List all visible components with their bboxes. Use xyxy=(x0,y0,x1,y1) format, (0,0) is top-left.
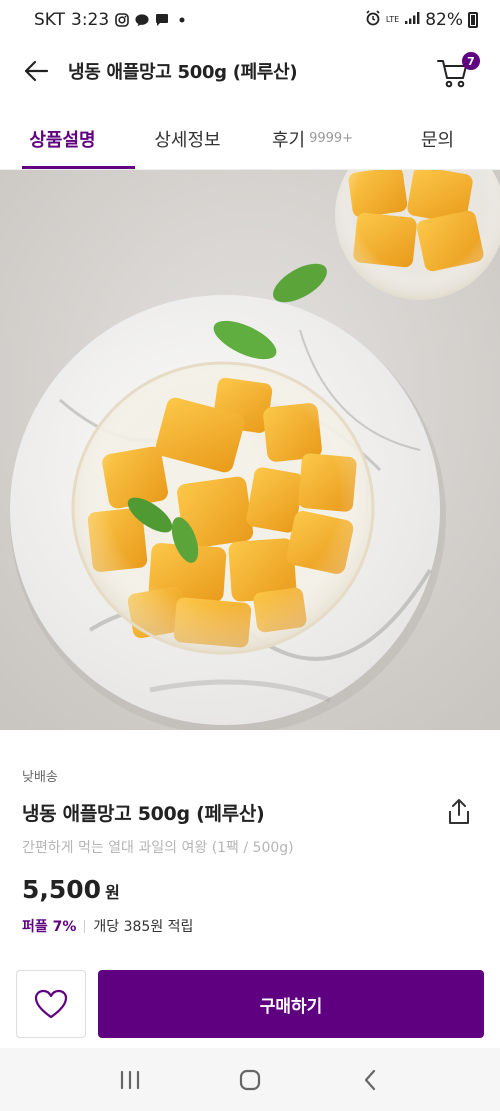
arrow-left-icon xyxy=(24,60,49,82)
share-button[interactable] xyxy=(444,797,474,827)
purchase-bar: 구매하기 xyxy=(0,970,500,1048)
tab-label: 상세정보 xyxy=(154,129,221,151)
network-type: LTE xyxy=(385,15,400,24)
home-icon xyxy=(239,1069,261,1090)
tab-description[interactable]: 상품설명 xyxy=(0,108,135,169)
points-text: 개당 385원 적립 xyxy=(93,919,194,935)
tab-label: 후기 xyxy=(271,129,306,151)
back-button[interactable] xyxy=(6,40,66,102)
product-description: 간편하게 먹는 열대 과일의 여왕 (1팩 / 500g) xyxy=(22,840,294,856)
home-button[interactable] xyxy=(230,1060,270,1100)
app-header: 냉동 애플망고 500g (페루산) 7 xyxy=(0,40,500,102)
tab-details[interactable]: 상세정보 xyxy=(125,108,250,169)
review-count: 9999+ xyxy=(309,131,354,146)
cart-count-badge: 7 xyxy=(462,52,480,70)
battery-level: 82% xyxy=(425,10,463,30)
clock: 3:23 xyxy=(71,10,110,30)
wishlist-button[interactable] xyxy=(16,970,86,1038)
buy-button[interactable]: 구매하기 xyxy=(98,970,484,1038)
message-icon xyxy=(155,13,169,27)
notification-dot-icon xyxy=(175,13,189,27)
price-row: 5,500 원 xyxy=(22,875,478,904)
battery-icon xyxy=(468,12,478,28)
alarm-icon xyxy=(365,9,381,31)
mango-photo xyxy=(0,170,500,730)
points-row: 퍼플 7% 개당 385원 적립 xyxy=(22,916,478,936)
delivery-tag: 낮배송 xyxy=(22,770,58,785)
share-icon xyxy=(449,799,469,824)
divider xyxy=(84,919,86,933)
signal-icon xyxy=(404,10,420,30)
instagram-icon xyxy=(115,13,130,27)
heart-icon xyxy=(34,989,68,1019)
product-info: 낮배송 냉동 애플망고 500g (페루산) 간편하게 먹는 열대 과일의 여왕… xyxy=(0,730,500,936)
tab-label: 문의 xyxy=(420,129,455,151)
page-title: 냉동 애플망고 500g (페루산) xyxy=(68,62,298,83)
price-value: 5,500 xyxy=(22,875,102,904)
back-nav-button[interactable] xyxy=(350,1060,390,1100)
recent-apps-icon xyxy=(120,1070,140,1089)
tab-label: 상품설명 xyxy=(29,129,96,151)
chevron-left-icon xyxy=(364,1069,376,1090)
membership-tier-label: 퍼플 7% xyxy=(22,919,77,935)
currency-label: 원 xyxy=(105,883,120,902)
product-tabs: 상품설명 상세정보 후기 9999+ 문의 xyxy=(0,108,500,170)
tab-reviews[interactable]: 후기 9999+ xyxy=(250,108,375,169)
status-bar: SKT 3:23 LTE 82% xyxy=(0,0,500,40)
talk-icon xyxy=(135,13,149,27)
product-name: 냉동 애플망고 500g (페루산) xyxy=(22,802,265,825)
recent-apps-button[interactable] xyxy=(110,1060,150,1100)
product-image[interactable] xyxy=(0,170,500,730)
carrier-label: SKT xyxy=(34,10,66,30)
system-nav-bar xyxy=(0,1048,500,1111)
cart-button[interactable]: 7 xyxy=(436,52,480,90)
tab-inquiry[interactable]: 문의 xyxy=(375,108,500,169)
